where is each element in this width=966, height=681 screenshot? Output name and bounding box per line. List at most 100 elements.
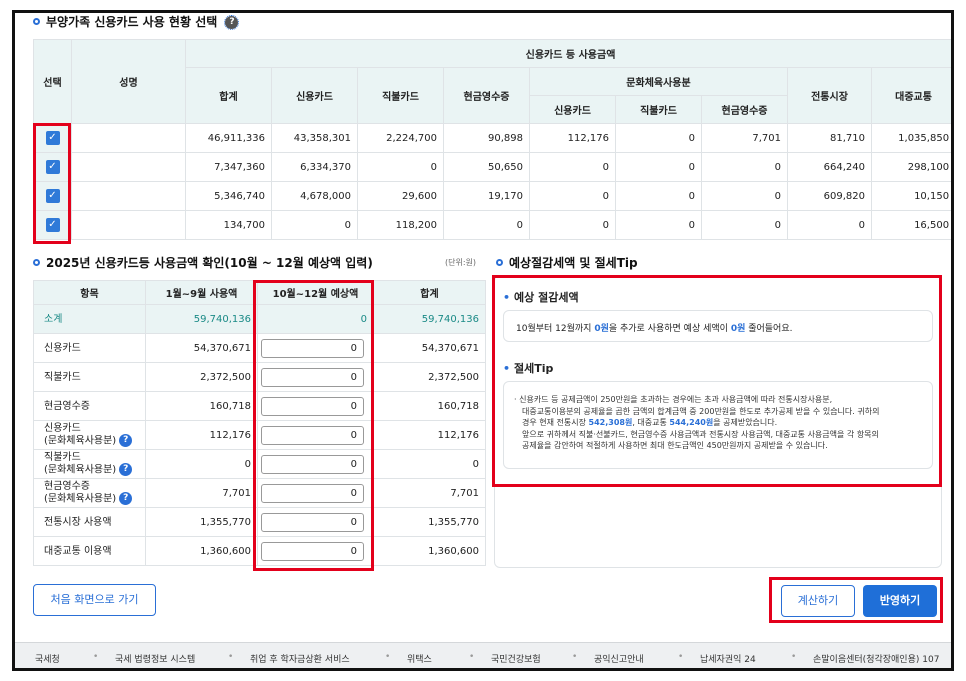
oct-dec-input[interactable]: 0 <box>261 512 364 532</box>
item-label: 직불카드 <box>33 362 146 392</box>
subtotal-oct-dec: 0 <box>257 304 374 334</box>
footer-link[interactable]: 국세청 <box>35 652 60 665</box>
jan-sep-value: 160,718 <box>145 391 258 421</box>
oct-dec-input[interactable]: 0 <box>261 396 364 416</box>
amount-cell: 0 <box>271 210 358 240</box>
select-checkbox[interactable]: ✓ <box>45 218 60 232</box>
help-icon[interactable]: ? <box>119 463 133 476</box>
col-check-header: 선택 <box>33 39 72 124</box>
col-market-header: 전통시장 <box>787 67 872 124</box>
select-checkbox[interactable]: ✓ <box>45 189 60 203</box>
calculate-button[interactable]: 계산하기 <box>781 585 855 617</box>
amount-cell: 19,170 <box>443 181 530 211</box>
oct-dec-cell: 0 <box>257 507 374 537</box>
footer-separator: • <box>93 652 99 662</box>
section2-title: 2025년 신용카드등 사용금액 확인(10월 ~ 12월 예상액 입력) <box>33 254 373 271</box>
jan-sep-value: 1,355,770 <box>145 507 258 537</box>
amount-cell: 0 <box>357 152 444 182</box>
jan-sep-value: 1,360,600 <box>145 536 258 566</box>
oct-dec-input[interactable]: 0 <box>261 425 364 445</box>
col-culture-debit-header: 직불카드 <box>615 95 702 124</box>
footer-link[interactable]: 공익신고안내 <box>594 652 644 665</box>
window-frame: 부양가족 신용카드 사용 현황 선택 ? 선택 성명 신용카드 등 사용금액 합… <box>12 10 954 671</box>
select-cell: ✓ <box>33 181 72 211</box>
item-label: 현금영수증 (문화체육사용분)? <box>33 478 146 508</box>
dependent-row: ✓ 7,347,360 6,334,370 0 50,650 0 0 0 664,240 298,… <box>33 152 951 182</box>
amount-cell: 0 <box>701 181 788 211</box>
expected-saving-title: • 예상 절감세액 <box>503 291 579 304</box>
usage-row: 신용카드 (문화체육사용분)? 112,176 0 112,176 <box>33 420 486 450</box>
usage-row: 직불카드 2,372,500 0 2,372,500 <box>33 362 486 392</box>
amount-cell: 0 <box>529 181 616 211</box>
section3-title: 예상절감세액 및 절세Tip <box>496 254 638 271</box>
sum-value: 1,360,600 <box>373 536 486 566</box>
footer-link[interactable]: 손말이음센터(청각장애인용) 107 <box>813 652 939 665</box>
item-label: 현금영수증 <box>33 391 146 421</box>
jan-sep-value: 7,701 <box>145 478 258 508</box>
oct-dec-input[interactable]: 0 <box>261 541 364 561</box>
oct-dec-input[interactable]: 0 <box>261 454 364 474</box>
col-jan-sep-header: 1월~9월 사용액 <box>145 280 258 305</box>
footer-link[interactable]: 위택스 <box>407 652 432 665</box>
jan-sep-value: 54,370,671 <box>145 333 258 363</box>
footer-separator: • <box>572 652 578 662</box>
col-oct-dec-header: 10월~12월 예상액 <box>257 280 374 305</box>
bullet-icon <box>496 259 503 266</box>
select-cell: ✓ <box>33 123 72 153</box>
amount-cell: 0 <box>615 152 702 182</box>
sum-value: 1,355,770 <box>373 507 486 537</box>
oct-dec-cell: 0 <box>257 391 374 421</box>
amount-cell: 0 <box>615 123 702 153</box>
footer-separator: • <box>791 652 797 662</box>
item-label: 대중교통 이용액 <box>33 536 146 566</box>
amount-cell: 90,898 <box>443 123 530 153</box>
bullet-icon <box>33 18 40 25</box>
apply-button[interactable]: 반영하기 <box>863 585 937 617</box>
footer-link[interactable]: 국세 법령정보 시스템 <box>115 652 195 665</box>
bullet-icon <box>33 259 40 266</box>
amount-cell: 81,710 <box>787 123 872 153</box>
oct-dec-input[interactable]: 0 <box>261 483 364 503</box>
amount-cell: 43,358,301 <box>271 123 358 153</box>
expected-saving-text: 10월부터 12월까지 0원을 추가로 사용하면 예상 세액이 0원 줄어들어요… <box>516 324 793 334</box>
col-item-header: 항목 <box>33 280 146 305</box>
col-culture-credit-header: 신용카드 <box>529 95 616 124</box>
select-checkbox[interactable]: ✓ <box>45 131 60 145</box>
item-label: 신용카드 <box>33 333 146 363</box>
unit-label: (단위:원) <box>445 258 477 267</box>
amount-cell: 0 <box>529 210 616 240</box>
name-cell <box>71 152 186 182</box>
footer-link[interactable]: 취업 후 학자금상환 서비스 <box>250 652 350 665</box>
help-icon[interactable]: ? <box>119 492 133 505</box>
name-cell <box>71 210 186 240</box>
subtotal-label: 소계 <box>33 304 146 334</box>
usage-row: 직불카드 (문화체육사용분)? 0 0 0 <box>33 449 486 479</box>
oct-dec-input[interactable]: 0 <box>261 367 364 387</box>
tax-tip-card: · 신용카드 등 공제금액이 250만원을 초과하는 경우에는 초과 사용금액에… <box>503 381 933 469</box>
home-button[interactable]: 처음 화면으로 가기 <box>33 584 156 616</box>
footer-links-bar: 국세청 • 국세 법령정보 시스템 • 취업 후 학자금상환 서비스 • 위택스 • 국민건강보… <box>15 642 951 668</box>
footer-link[interactable]: 국민건강보험 <box>491 652 541 665</box>
footer-link[interactable]: 납세자권익 24 <box>700 652 756 665</box>
amount-cell: 609,820 <box>787 181 872 211</box>
subtotal-row: 소계 59,740,136 0 59,740,136 <box>33 304 486 334</box>
col-transit-header: 대중교통 <box>870 67 951 124</box>
amount-cell: 6,334,370 <box>271 152 358 182</box>
jan-sep-value: 112,176 <box>145 420 258 450</box>
amount-cell: 2,224,700 <box>357 123 444 153</box>
sum-value: 0 <box>373 449 486 479</box>
col-cash-header: 현금영수증 <box>443 67 530 124</box>
usage-row: 신용카드 54,370,671 0 54,370,671 <box>33 333 486 363</box>
select-checkbox[interactable]: ✓ <box>45 160 60 174</box>
usage-row: 현금영수증 (문화체육사용분)? 7,701 0 7,701 <box>33 478 486 508</box>
amount-cell: 29,600 <box>357 181 444 211</box>
col-credit-header: 신용카드 <box>271 67 358 124</box>
help-icon[interactable]: ? <box>119 434 133 447</box>
oct-dec-cell: 0 <box>257 449 374 479</box>
oct-dec-cell: 0 <box>257 362 374 392</box>
oct-dec-input[interactable]: 0 <box>261 338 364 358</box>
usage-estimate-table: 항목 1월~9월 사용액 10월~12월 예상액 합계 소계 59,740,13… <box>33 280 486 566</box>
help-icon[interactable]: ? <box>224 15 240 30</box>
amount-cell: 112,176 <box>529 123 616 153</box>
amount-cell: 10,150 <box>870 181 951 211</box>
